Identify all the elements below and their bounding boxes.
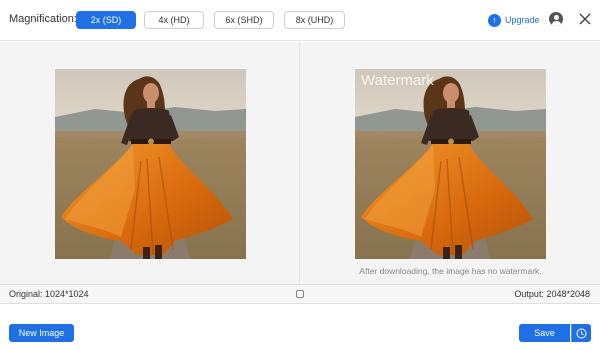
watermark-note: After downloading, the image has no wate… [359,266,542,276]
preview-divider [299,42,300,284]
output-image: Watermark [355,69,546,259]
watermark-text: Watermark [361,72,434,89]
clock-icon [576,328,587,338]
upgrade-label: Upgrade [505,15,540,25]
magnification-option-4x[interactable]: 4x (HD) [144,11,204,29]
footer: New Image Save [0,305,600,350]
status-bar: Original: 1024*1024 Output: 2048*2048 [0,284,600,304]
compare-icon[interactable] [296,290,304,298]
upgrade-arrow-icon: ↑ [488,13,501,27]
close-icon[interactable] [578,12,592,26]
user-icon[interactable] [549,12,563,26]
original-image [55,69,246,259]
new-image-button[interactable]: New Image [9,324,74,342]
top-toolbar: Magnification: 2x (SD) 4x (HD) 6x (SHD) … [0,0,600,41]
magnification-option-2x[interactable]: 2x (SD) [76,11,136,29]
magnification-option-8x[interactable]: 8x (UHD) [284,11,345,29]
magnification-label: Magnification: [9,13,77,25]
save-button[interactable]: Save [519,324,570,342]
magnification-option-6x[interactable]: 6x (SHD) [214,11,274,29]
upgrade-button[interactable]: ↑ Upgrade [488,12,540,28]
save-history-button[interactable] [571,324,591,342]
output-size: Output: 2048*2048 [514,289,590,299]
original-size: Original: 1024*1024 [9,289,89,299]
